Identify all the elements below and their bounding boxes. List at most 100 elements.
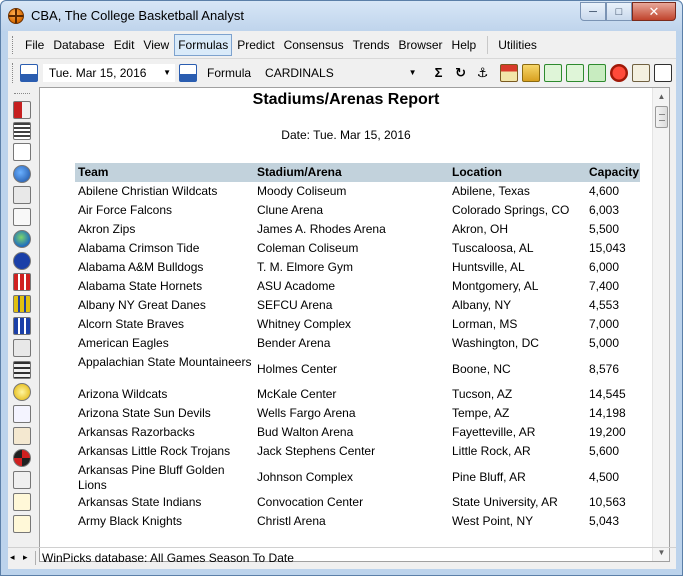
rpt-icon[interactable] [13,405,31,423]
capacity-cell: 6,003 [589,203,620,217]
location-cell: Pine Bluff, AR [452,470,526,484]
location-cell: Montgomery, AL [452,279,539,293]
team-cell: Alabama State Hornets [78,279,203,293]
table-row: Arizona Wildcats McKale Center Tucson, A… [75,385,640,404]
stop-icon[interactable] [610,63,628,82]
table-body: Abilene Christian Wildcats Moody Coliseu… [75,182,640,531]
arrow-right-icon[interactable] [566,63,584,82]
menu-view[interactable]: View [139,34,173,56]
menu-edit[interactable]: Edit [110,34,139,56]
capacity-cell: 5,500 [589,222,620,236]
anchor-icon[interactable]: ⚓ [473,63,493,83]
client-area: File Database Edit View Formulas Predict… [8,31,676,569]
chevron-down-icon[interactable]: ▼ [163,68,175,77]
chart-mo-icon[interactable] [13,471,31,489]
scroll-thumb[interactable] [655,106,668,128]
chevron-down-icon[interactable]: ▼ [409,68,421,77]
bars-icon[interactable] [13,361,31,379]
clipboard-icon[interactable] [13,493,31,511]
menu-grip[interactable] [12,36,15,54]
capacity-cell: 7,400 [589,279,620,293]
capacity-cell: 10,563 [589,495,626,509]
formula-combo[interactable]: CARDINALS ▼ [259,62,421,83]
home-icon[interactable] [500,63,518,82]
stadium-cell: Convocation Center [257,495,364,509]
calendar-prev-icon[interactable] [19,63,38,82]
close-button[interactable]: ✕ [632,2,676,21]
menu-help[interactable]: Help [448,34,481,56]
team-cell: Arkansas Razorbacks [78,425,195,439]
menu-database[interactable]: Database [49,34,108,56]
date-combo[interactable]: Tue. Mar 15, 2016 ▼ [41,62,177,83]
wheel-icon[interactable] [13,449,31,467]
team-cell: Army Black Knights [78,514,183,528]
side-toolbar [8,89,36,559]
list-icon[interactable] [13,122,31,140]
vertical-scrollbar[interactable]: ▲ ▼ [652,88,669,561]
sigma-icon[interactable]: Σ [429,63,449,83]
calculator-icon[interactable] [13,101,31,119]
refresh-icon[interactable]: ↻ [451,63,471,83]
maximize-button[interactable]: □ [606,2,632,21]
location-cell: Washington, DC [452,336,539,350]
person-icon[interactable] [632,63,650,82]
side-toolbar-grip[interactable] [14,93,30,96]
menu-consensus[interactable]: Consensus [280,34,348,56]
globe-icon[interactable] [13,165,31,183]
formula-label: Formula [207,65,252,80]
table-row: Appalachian State Mountaineers Holmes Ce… [75,353,640,385]
team-cell: Alcorn State Braves [78,317,185,331]
team-cell: Arizona State Sun Devils [78,406,211,420]
hand-icon[interactable] [13,427,31,445]
side-scroll-arrows[interactable]: ◂ ▸ [10,552,31,563]
report-view[interactable]: Stadiums/Arenas Report Date: Tue. Mar 15… [39,87,670,562]
clipboard-star-icon[interactable] [13,515,31,533]
spreadsheet-red-icon[interactable] [13,273,31,291]
stadium-cell: Jack Stephens Center [257,444,376,458]
capacity-cell: 5,043 [589,514,620,528]
stadium-cell: Bender Arena [257,336,331,350]
location-cell: State University, AR [452,495,558,509]
basketball-icon[interactable] [8,8,24,24]
recycle-icon[interactable] [588,63,606,82]
team-cell: Akron Zips [78,222,136,236]
spreadsheet-blue-icon[interactable] [13,317,31,335]
info-icon[interactable] [13,252,31,270]
column-header-capacity: Capacity [589,165,640,179]
title-bar[interactable]: CBA, The College Basketball Analyst ─ □ … [1,1,682,31]
gears-icon[interactable] [13,339,31,357]
lightbulb-icon[interactable] [13,383,31,401]
scroll-up-button[interactable]: ▲ [653,88,669,105]
menu-formulas[interactable]: Formulas [174,34,233,56]
location-cell: Boone, NC [452,362,511,376]
menu-utilities[interactable]: Utilities [494,34,541,56]
toolbar-grip[interactable] [12,62,15,83]
calendar-next-icon[interactable] [179,63,198,82]
capacity-cell: 14,198 [589,406,626,420]
capacity-cell: 5,600 [589,444,620,458]
minimize-button[interactable]: ─ [580,2,606,21]
menu-predict[interactable]: Predict [233,34,278,56]
ruler-icon[interactable] [654,63,672,82]
music-icon[interactable] [13,208,31,226]
capacity-cell: 8,576 [589,362,620,376]
menu-browser[interactable]: Browser [395,34,447,56]
menu-trends[interactable]: Trends [349,34,394,56]
location-cell: Akron, OH [452,222,509,236]
report-date: Date: Tue. Mar 15, 2016 [281,128,411,142]
stadium-cell: ASU Acadome [257,279,336,293]
date-combo-value: Tue. Mar 15, 2016 [48,65,147,80]
location-cell: Tucson, AZ [452,387,513,401]
function-icon[interactable] [13,186,31,204]
column-header-stadium: Stadium/Arena [257,165,342,179]
earth-icon[interactable] [13,230,31,248]
spreadsheet-yellow-icon[interactable] [13,295,31,313]
table-row: Air Force Falcons Clune Arena Colorado S… [75,201,640,220]
table-row: Arizona State Sun Devils Wells Fargo Are… [75,404,640,423]
menu-file[interactable]: File [21,34,48,56]
capacity-cell: 7,000 [589,317,620,331]
arrow-left-icon[interactable] [544,63,562,82]
location-cell: West Point, NY [452,514,534,528]
document-icon[interactable] [13,143,31,161]
open-folder-icon[interactable] [522,63,540,82]
